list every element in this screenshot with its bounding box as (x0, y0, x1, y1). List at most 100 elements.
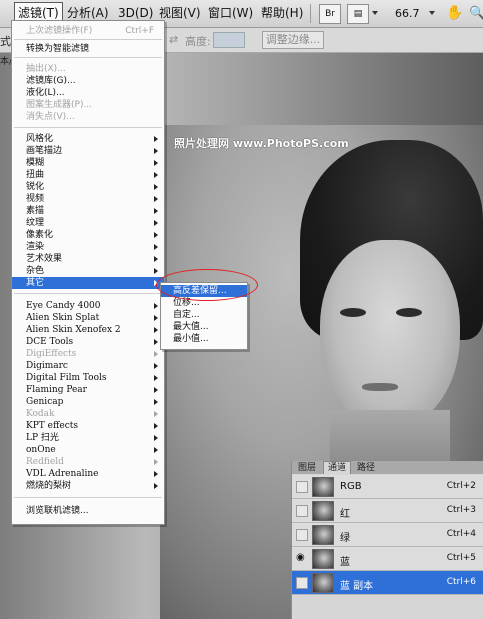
menubar-divider (310, 4, 311, 23)
menu-item-texture[interactable]: 纹理 (12, 217, 164, 229)
submenu-arrow-icon (154, 327, 158, 333)
submenu-arrow-icon (154, 399, 158, 405)
submenu-arrow-icon (154, 196, 158, 202)
menu-item-sketch[interactable]: 素描 (12, 205, 164, 217)
eye-icon[interactable]: ◉ (296, 553, 305, 563)
photo-face (320, 240, 460, 430)
watermark: 照片处理网 www.PhotoPS.com (174, 137, 349, 150)
height-field[interactable] (213, 32, 245, 48)
tab-paths[interactable]: 路径 (353, 462, 379, 474)
menu-item-distort[interactable]: 扭曲 (12, 169, 164, 181)
visibility-toggle[interactable] (296, 529, 308, 541)
menu-item-last-filter: 上次滤镜操作(F) Ctrl+F (26, 26, 154, 36)
swap-icon[interactable]: ⇄ (169, 33, 178, 46)
submenu-arrow-icon (154, 160, 158, 166)
channels-panel: 图层 通道 路径 RGB Ctrl+2 红 Ctrl+3 绿 Ctrl+4 ◉ … (291, 461, 483, 619)
menu-item-blur[interactable]: 模糊 (12, 157, 164, 169)
submenu-arrow-icon (154, 339, 158, 345)
menu-item-alien-skin-splat[interactable]: Alien Skin Splat (12, 312, 164, 324)
visibility-toggle[interactable] (296, 481, 308, 493)
doc-tab-label: 本/ (0, 57, 13, 67)
zoom-chevron-icon[interactable] (429, 11, 435, 15)
submenu-arrow-icon (154, 303, 158, 309)
hand-tool-icon[interactable]: ✋ (444, 4, 465, 23)
menu-item-vanishing-point: 消失点(V)... (26, 112, 75, 122)
submenu-item-custom[interactable]: 自定... (161, 309, 247, 321)
submenu-item-minimum[interactable]: 最小值... (161, 333, 247, 345)
menu-item-redfield: Redfield (12, 456, 164, 468)
menu-item-genicap[interactable]: Genicap (12, 396, 164, 408)
menu-item-flaming-pear[interactable]: Flaming Pear (12, 384, 164, 396)
submenu-item-maximum[interactable]: 最大值... (161, 321, 247, 333)
visibility-toggle[interactable] (296, 505, 308, 517)
filter-menu: 上次滤镜操作(F) Ctrl+F 转换为智能滤镜 抽出(X)... 滤镜库(G).… (11, 20, 165, 525)
menu-item-filter-gallery[interactable]: 滤镜库(G)... (12, 75, 164, 87)
menu-help[interactable]: 帮助(H) (259, 4, 305, 23)
zoom-tool-icon[interactable]: 🔍 (467, 4, 483, 23)
menu-item-vdl-adrenaline[interactable]: VDL Adrenaline (12, 468, 164, 480)
channel-thumbnail (312, 501, 334, 521)
channel-row-blue[interactable]: ◉ 蓝 Ctrl+5 (292, 547, 483, 571)
channel-row-blue-copy[interactable]: 蓝 副本 Ctrl+6 (292, 571, 483, 595)
submenu-arrow-icon (154, 148, 158, 154)
submenu-arrow-icon (154, 435, 158, 441)
submenu-arrow-icon (154, 172, 158, 178)
menu-item-video[interactable]: 视频 (12, 193, 164, 205)
refine-edge-button[interactable]: 调整边缘... (262, 31, 324, 49)
submenu-arrow-icon (154, 411, 158, 417)
submenu-arrow-icon (154, 363, 158, 369)
menu-item-render[interactable]: 渲染 (12, 241, 164, 253)
submenu-arrow-icon (154, 136, 158, 142)
submenu-arrow-icon (154, 184, 158, 190)
menu-item-lp-sweep[interactable]: LP 扫光 (12, 432, 164, 444)
submenu-arrow-icon (154, 244, 158, 250)
menu-item-digimarc[interactable]: Digimarc (12, 360, 164, 372)
zoom-level[interactable]: 66.7 (395, 4, 420, 23)
channel-name: 红 (340, 509, 350, 520)
tab-layers[interactable]: 图层 (294, 462, 320, 474)
chevron-down-icon[interactable] (372, 11, 378, 15)
menu-item-browse-online[interactable]: 浏览联机滤镜... (12, 505, 164, 517)
menu-item-dce-tools[interactable]: DCE Tools (12, 336, 164, 348)
menu-item-alien-skin-xenofex[interactable]: Alien Skin Xenofex 2 (12, 324, 164, 336)
photo-eye-left (340, 308, 366, 317)
submenu-arrow-icon (154, 268, 158, 274)
tab-channels[interactable]: 通道 (323, 461, 352, 474)
channel-thumbnail (312, 477, 334, 497)
menu-item-digieffects: DigiEffects (12, 348, 164, 360)
menu-item-convert-smart[interactable]: 转换为智能滤镜 (12, 43, 164, 55)
menu-item-brush-strokes[interactable]: 画笔描边 (12, 145, 164, 157)
submenu-arrow-icon (154, 423, 158, 429)
channel-shortcut: Ctrl+2 (446, 481, 476, 491)
menu-item-noise[interactable]: 杂色 (12, 265, 164, 277)
channel-row-rgb[interactable]: RGB Ctrl+2 (292, 475, 483, 499)
menu-item-artistic[interactable]: 艺术效果 (12, 253, 164, 265)
bridge-button[interactable]: Br (319, 4, 341, 24)
menu-item-pixelate[interactable]: 像素化 (12, 229, 164, 241)
submenu-arrow-icon (154, 483, 158, 489)
photo-eye-right (396, 308, 422, 317)
arrange-icon[interactable]: ▤ (347, 4, 369, 24)
channel-shortcut: Ctrl+6 (446, 577, 476, 587)
menu-item-burning-pear[interactable]: 燃烧的梨树 (12, 480, 164, 492)
menu-item-stylize[interactable]: 风格化 (12, 133, 164, 145)
menu-item-liquify[interactable]: 液化(L)... (12, 87, 164, 99)
menu-item-other[interactable]: 其它 (12, 277, 164, 289)
channel-row-red[interactable]: 红 Ctrl+3 (292, 499, 483, 523)
panel-tabs: 图层 通道 路径 (292, 461, 483, 474)
menu-item-eye-candy[interactable]: Eye Candy 4000 (12, 300, 164, 312)
submenu-arrow-icon (154, 459, 158, 465)
menu-item-kpt-effects[interactable]: KPT effects (12, 420, 164, 432)
height-label: 高度: (185, 35, 211, 48)
submenu-arrow-icon (154, 315, 158, 321)
menu-item-onone[interactable]: onOne (12, 444, 164, 456)
menu-item-digital-film-tools[interactable]: Digital Film Tools (12, 372, 164, 384)
channel-shortcut: Ctrl+4 (446, 529, 476, 539)
menu-item-sharpen[interactable]: 锐化 (12, 181, 164, 193)
menu-item-pattern-maker: 图案生成器(P)... (26, 100, 93, 110)
visibility-toggle[interactable] (296, 577, 308, 589)
channel-row-green[interactable]: 绿 Ctrl+4 (292, 523, 483, 547)
menu-separator (14, 127, 162, 128)
channel-name: 蓝 副本 (340, 581, 374, 592)
menu-window[interactable]: 窗口(W) (206, 4, 255, 23)
